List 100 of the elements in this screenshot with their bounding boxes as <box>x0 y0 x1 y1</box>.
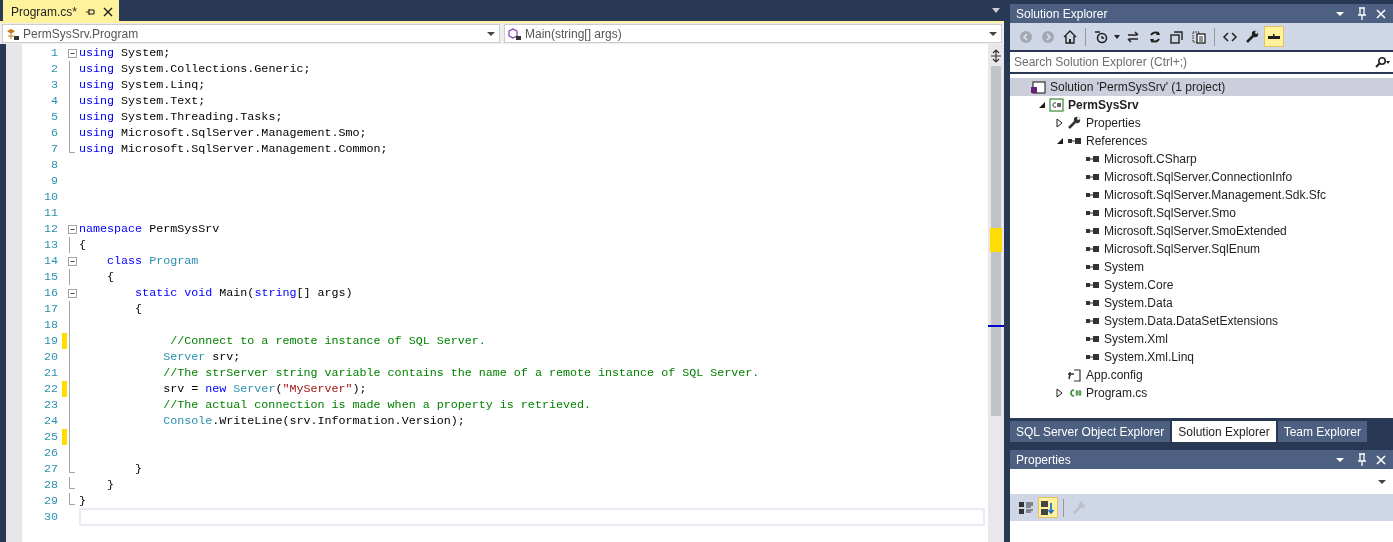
tree-item[interactable]: Solution 'PermSysSrv' (1 project) <box>1010 78 1393 96</box>
code-line: using System.Text; <box>79 93 206 109</box>
wrench-icon <box>1066 115 1082 131</box>
preview-button[interactable] <box>1264 26 1284 47</box>
code-line: //The actual connection is made when a property is retrieved. <box>162 397 591 413</box>
back-icon <box>1018 28 1034 45</box>
line-number: 17 <box>42 301 58 317</box>
line-number: 26 <box>42 445 58 461</box>
line-number: 6 <box>50 125 58 141</box>
panel-title: Properties <box>1016 451 1072 469</box>
tree-item[interactable]: System.Data.DataSetExtensions <box>1010 312 1393 330</box>
solution-icon <box>1030 79 1046 95</box>
scroll-thumb[interactable] <box>991 66 1001 416</box>
document-tab[interactable]: Program.cs* <box>3 0 120 21</box>
sort-alphabetical-icon <box>1040 499 1056 516</box>
search-icon[interactable] <box>1371 52 1393 72</box>
line-number: 1 <box>50 45 58 61</box>
tree-item[interactable]: Microsoft.SqlServer.Smo <box>1010 204 1393 222</box>
line-number: 7 <box>50 141 58 157</box>
config-file-icon <box>1066 367 1082 383</box>
line-number: 15 <box>42 269 58 285</box>
tree-item[interactable]: System <box>1010 258 1393 276</box>
code-line: } <box>106 477 115 493</box>
preview-icon <box>1268 34 1280 39</box>
line-number: 5 <box>50 109 58 125</box>
line-number: 10 <box>42 189 58 205</box>
line-number: 8 <box>50 157 58 173</box>
dropdown-field[interactable]: PermSysSrv.Program <box>2 24 500 43</box>
close-icon[interactable] <box>103 6 114 17</box>
panel-tab[interactable]: Solution Explorer <box>1172 421 1276 442</box>
line-number: 13 <box>42 237 58 253</box>
line-number: 9 <box>50 173 58 189</box>
windows-icon <box>1169 28 1185 45</box>
clock-icon <box>1093 28 1109 45</box>
line-number: 21 <box>42 365 58 381</box>
code-line: using Microsoft.SqlServer.Management.Common; <box>79 141 388 157</box>
scrollbar[interactable] <box>988 44 1004 542</box>
code-line: } <box>134 461 143 477</box>
expand-arrow-icon[interactable] <box>1054 388 1064 398</box>
split-icon[interactable] <box>989 48 1003 63</box>
tree-item[interactable]: Microsoft.SqlServer.Management.Sdk.Sfc <box>1010 186 1393 204</box>
line-number: 23 <box>42 397 58 413</box>
tree-item[interactable]: System.Data <box>1010 294 1393 312</box>
forward-icon <box>1040 28 1056 45</box>
sort-alphabetical-button[interactable] <box>1038 497 1058 518</box>
tree-item[interactable]: System.Xml.Linq <box>1010 348 1393 366</box>
collapse-icon[interactable] <box>67 223 78 235</box>
dropdown-field[interactable]: Main(string[] args) <box>504 24 1002 43</box>
line-number: 22 <box>42 381 58 397</box>
categorized-icon <box>1018 499 1034 516</box>
line-number: 18 <box>42 317 58 333</box>
dropdown-arrow-icon[interactable] <box>1113 33 1121 40</box>
code-line: using System.Collections.Generic; <box>79 61 311 77</box>
dropdown-arrow-icon <box>486 29 496 38</box>
collapse-icon[interactable] <box>67 287 78 299</box>
expand-arrow-icon[interactable] <box>1054 118 1064 128</box>
tree-item[interactable]: Microsoft.SqlServer.ConnectionInfo <box>1010 168 1393 186</box>
tree-item[interactable]: References <box>1010 132 1393 150</box>
code-line: static void Main(string[] args) <box>134 285 353 301</box>
sync-icon <box>1125 28 1141 45</box>
collapse-icon[interactable] <box>67 255 78 267</box>
line-number: 29 <box>42 493 58 509</box>
line-number: 30 <box>42 509 58 525</box>
tree-item[interactable]: PermSysSrv <box>1010 96 1393 114</box>
line-number: 4 <box>50 93 58 109</box>
tree-item[interactable]: Properties <box>1010 114 1393 132</box>
code-line: { <box>79 237 86 253</box>
code-line: { <box>134 301 143 317</box>
tree-item[interactable]: System.Core <box>1010 276 1393 294</box>
code-line: Server srv; <box>162 349 241 365</box>
documents-icon <box>1191 28 1207 45</box>
pin-icon[interactable] <box>1355 452 1367 467</box>
code-line: namespace PermSysSrv <box>79 221 220 237</box>
panel-tab[interactable]: Team Explorer <box>1277 421 1368 442</box>
code-line: //Connect to a remote instance of SQL Server. <box>169 333 486 349</box>
dropdown-icon[interactable] <box>991 7 1001 15</box>
line-number: 20 <box>42 349 58 365</box>
tree-item[interactable]: Microsoft.CSharp <box>1010 150 1393 168</box>
line-number: 28 <box>42 477 58 493</box>
tree-item[interactable]: Program.cs <box>1010 384 1393 402</box>
wrench-icon <box>1071 499 1087 516</box>
line-number: 16 <box>42 285 58 301</box>
code-line: srv = new Server("MyServer"); <box>162 381 367 397</box>
code-line: { <box>106 269 115 285</box>
collapse-icon[interactable] <box>67 47 78 59</box>
dropdown-icon[interactable] <box>1335 9 1345 18</box>
pin-icon[interactable] <box>1355 6 1367 21</box>
dropdown-icon[interactable] <box>1335 455 1345 464</box>
panel-tab[interactable]: SQL Server Object Explorer <box>1010 421 1171 442</box>
line-number: 19 <box>42 333 58 349</box>
search-field[interactable]: Search Solution Explorer (Ctrl+;) <box>1010 52 1371 72</box>
code-line: using System.Threading.Tasks; <box>79 109 283 125</box>
code-line: using Microsoft.SqlServer.Management.Smo; <box>79 125 367 141</box>
code-line: Console.WriteLine(srv.Information.Version); <box>162 413 465 429</box>
tree-item[interactable]: System.Xml <box>1010 330 1393 348</box>
tree-item[interactable]: Microsoft.SqlServer.SqlEnum <box>1010 240 1393 258</box>
dropdown-arrow-icon <box>988 29 998 38</box>
tree-item[interactable]: Microsoft.SqlServer.SmoExtended <box>1010 222 1393 240</box>
tree-item[interactable]: App.config <box>1010 366 1393 384</box>
line-number: 27 <box>42 461 58 477</box>
